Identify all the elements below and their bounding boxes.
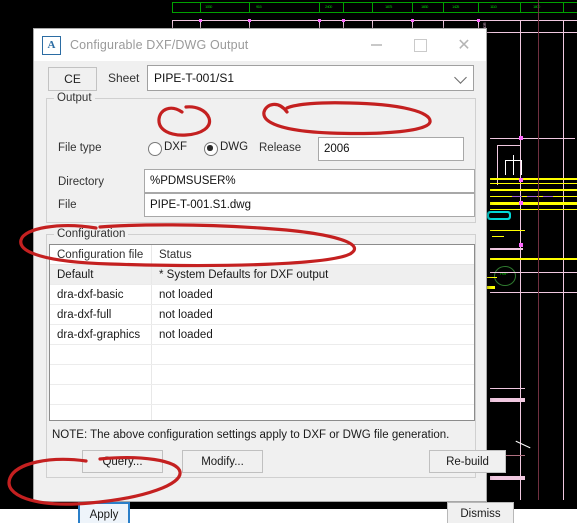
cell-status (152, 405, 474, 420)
table-row[interactable]: dra-dxf-full not loaded (50, 305, 474, 325)
cell-status: not loaded (159, 288, 213, 301)
output-group-title: Output (54, 92, 95, 104)
maximize-icon[interactable] (398, 29, 442, 61)
screen: 1050 915 2400 1875 1650 1425 1110 1800 I… (0, 0, 577, 523)
release-label: Release (259, 142, 302, 154)
rebuild-button[interactable]: Re-build (429, 450, 506, 473)
dismiss-button[interactable]: Dismiss (447, 502, 514, 523)
modify-button[interactable]: Modify... (182, 450, 263, 473)
table-row[interactable]: dra-dxf-graphics not loaded (50, 325, 474, 345)
close-icon[interactable]: ✕ (442, 29, 486, 61)
release-value: 2006 (324, 143, 350, 155)
configuration-group-title: Configuration (54, 228, 129, 240)
app-icon: A (42, 35, 61, 55)
configuration-table-body: Default * System Defaults for DXF output d… (50, 265, 474, 420)
cell-configuration-file (50, 385, 152, 404)
radio-dxf-label: DXF (164, 141, 187, 153)
directory-label: Directory (58, 176, 105, 188)
table-row-empty[interactable] (50, 385, 474, 405)
cell-status (152, 365, 474, 384)
directory-input[interactable]: %PDMSUSER% (144, 169, 475, 193)
file-type-label: File type (58, 142, 102, 154)
dialog-titlebar[interactable]: A Configurable DXF/DWG Output ✕ (34, 29, 486, 61)
file-input[interactable]: PIPE-T-001.S1.dwg (144, 193, 475, 217)
radio-dwg[interactable] (204, 142, 218, 156)
radio-dxf[interactable] (148, 142, 162, 156)
file-label: File (58, 199, 77, 211)
cell-status: not loaded (159, 328, 213, 341)
file-value: PIPE-T-001.S1.dwg (150, 199, 251, 211)
cell-configuration-file (50, 345, 152, 364)
ce-button[interactable]: CE (48, 67, 97, 91)
sheet-value: PIPE-T-001/S1 (154, 71, 235, 85)
table-row-empty[interactable] (50, 365, 474, 385)
configuration-table[interactable]: Configuration file Status Default * Syste… (49, 244, 475, 421)
cell-configuration-file: dra-dxf-basic (50, 285, 152, 304)
apply-button[interactable]: Apply (78, 502, 130, 523)
table-row[interactable]: dra-dxf-basic not loaded (50, 285, 474, 305)
release-input[interactable]: 2006 (318, 137, 464, 161)
sheet-label: Sheet (108, 71, 140, 85)
radio-dwg-label: DWG (220, 141, 249, 153)
sheet-combobox[interactable]: PIPE-T-001/S1 (147, 65, 474, 91)
cell-configuration-file: dra-dxf-graphics (50, 325, 152, 344)
configurable-dxf-dwg-output-dialog: A Configurable DXF/DWG Output ✕ CE Sheet… (33, 28, 514, 523)
cell-status (152, 345, 474, 364)
column-header-status: Status (159, 248, 192, 261)
dialog-title: Configurable DXF/DWG Output (70, 38, 249, 52)
configuration-note: NOTE: The above configuration settings a… (52, 429, 450, 441)
cell-configuration-file: dra-dxf-full (50, 305, 152, 324)
query-button[interactable]: Query... (82, 450, 163, 473)
directory-value: %PDMSUSER% (150, 175, 236, 187)
table-row[interactable]: Default * System Defaults for DXF output (50, 265, 474, 285)
sheet-row: CE Sheet PIPE-T-001/S1 (34, 61, 486, 95)
chevron-down-icon (454, 71, 467, 84)
column-header-configuration-file: Configuration file (50, 245, 152, 264)
cell-status: not loaded (159, 308, 213, 321)
cell-configuration-file: Default (50, 265, 152, 284)
cell-status (152, 385, 474, 404)
cell-configuration-file (50, 405, 152, 420)
table-row-empty[interactable] (50, 345, 474, 365)
table-header-row: Configuration file Status (50, 245, 474, 265)
cell-configuration-file (50, 365, 152, 384)
minimize-icon[interactable] (354, 29, 398, 61)
table-row-empty[interactable] (50, 405, 474, 420)
cell-status: * System Defaults for DXF output (159, 268, 329, 281)
